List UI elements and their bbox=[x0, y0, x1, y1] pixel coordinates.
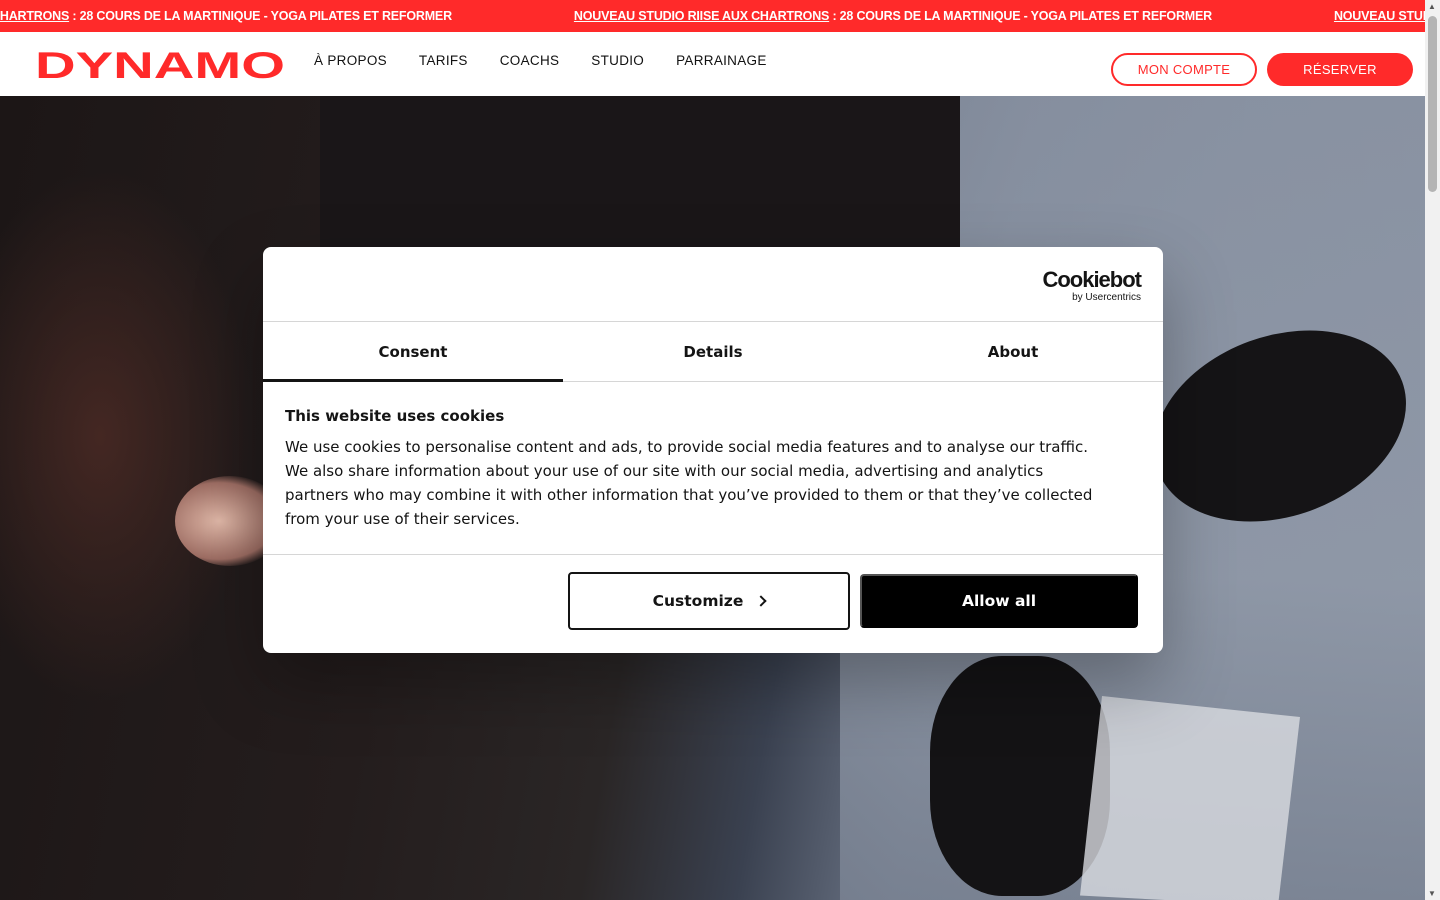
nav-links: À PROPOS TARIFS COACHS STUDIO PARRAINAGE bbox=[314, 53, 767, 68]
dialog-header: Cookiebot by Usercentrics bbox=[263, 247, 1163, 322]
ticker-item: NOUVEAU STUDIO R bbox=[1334, 9, 1425, 23]
cookie-consent-dialog: Cookiebot by Usercentrics Consent Detail… bbox=[263, 247, 1163, 653]
tab-details[interactable]: Details bbox=[563, 322, 863, 381]
reserve-button[interactable]: RÉSERVER bbox=[1267, 53, 1413, 86]
nav-link-a-propos[interactable]: À PROPOS bbox=[314, 53, 387, 68]
dialog-title: This website uses cookies bbox=[285, 407, 505, 425]
nav-link-studio[interactable]: STUDIO bbox=[591, 53, 644, 68]
ticker-text: : 28 COURS DE LA MARTINIQUE - YOGA PILAT… bbox=[829, 9, 1212, 23]
main-navigation: DYNAMO À PROPOS TARIFS COACHS STUDIO PAR… bbox=[0, 32, 1425, 96]
customize-button[interactable]: Customize bbox=[568, 572, 850, 630]
hero-bike-frame bbox=[930, 656, 1110, 896]
dialog-footer: Customize Allow all bbox=[263, 555, 1163, 652]
scroll-down-arrow-icon[interactable]: ▼ bbox=[1428, 889, 1436, 898]
svg-text:DYNAMO: DYNAMO bbox=[35, 49, 285, 81]
nav-link-parrainage[interactable]: PARRAINAGE bbox=[676, 53, 767, 68]
ticker-track: AUX CHARTRONS : 28 COURS DE LA MARTINIQU… bbox=[0, 0, 1425, 32]
customize-label: Customize bbox=[652, 592, 744, 610]
dialog-description: We use cookies to personalise content an… bbox=[285, 438, 1093, 528]
page-scrollbar[interactable]: ▲ ▼ bbox=[1425, 0, 1440, 900]
dynamo-logo[interactable]: DYNAMO bbox=[34, 49, 286, 81]
my-account-button[interactable]: MON COMPTE bbox=[1111, 53, 1257, 86]
ticker-link[interactable]: AUX CHARTRONS bbox=[0, 9, 69, 23]
tab-about[interactable]: About bbox=[863, 322, 1163, 381]
ticker-text: : 28 COURS DE LA MARTINIQUE - YOGA PILAT… bbox=[69, 9, 452, 23]
allow-all-button[interactable]: Allow all bbox=[860, 574, 1138, 628]
ticker-item: NOUVEAU STUDIO RIISE AUX CHARTRONS : 28 … bbox=[574, 9, 1334, 23]
dialog-tabs: Consent Details About bbox=[263, 322, 1163, 382]
dialog-body: This website uses cookies We use cookies… bbox=[263, 382, 1163, 555]
nav-link-tarifs[interactable]: TARIFS bbox=[419, 53, 468, 68]
cookiebot-subtitle: by Usercentrics bbox=[1072, 292, 1141, 303]
chevron-right-icon bbox=[755, 595, 768, 607]
tab-consent[interactable]: Consent bbox=[263, 322, 563, 382]
hero-bike-post bbox=[1080, 696, 1300, 900]
nav-link-coachs[interactable]: COACHS bbox=[500, 53, 560, 68]
cookiebot-logo[interactable]: Cookiebot by Usercentrics bbox=[1042, 267, 1142, 304]
ticker-link[interactable]: NOUVEAU STUDIO RIISE AUX CHARTRONS bbox=[574, 9, 829, 23]
scroll-thumb[interactable] bbox=[1428, 16, 1437, 192]
ticker-item: AUX CHARTRONS : 28 COURS DE LA MARTINIQU… bbox=[0, 9, 574, 23]
ticker-link[interactable]: NOUVEAU STUDIO R bbox=[1334, 9, 1425, 23]
cookiebot-brand: Cookiebot bbox=[1042, 267, 1142, 292]
announcement-ticker: AUX CHARTRONS : 28 COURS DE LA MARTINIQU… bbox=[0, 0, 1425, 32]
scroll-up-arrow-icon[interactable]: ▲ bbox=[1428, 2, 1436, 11]
